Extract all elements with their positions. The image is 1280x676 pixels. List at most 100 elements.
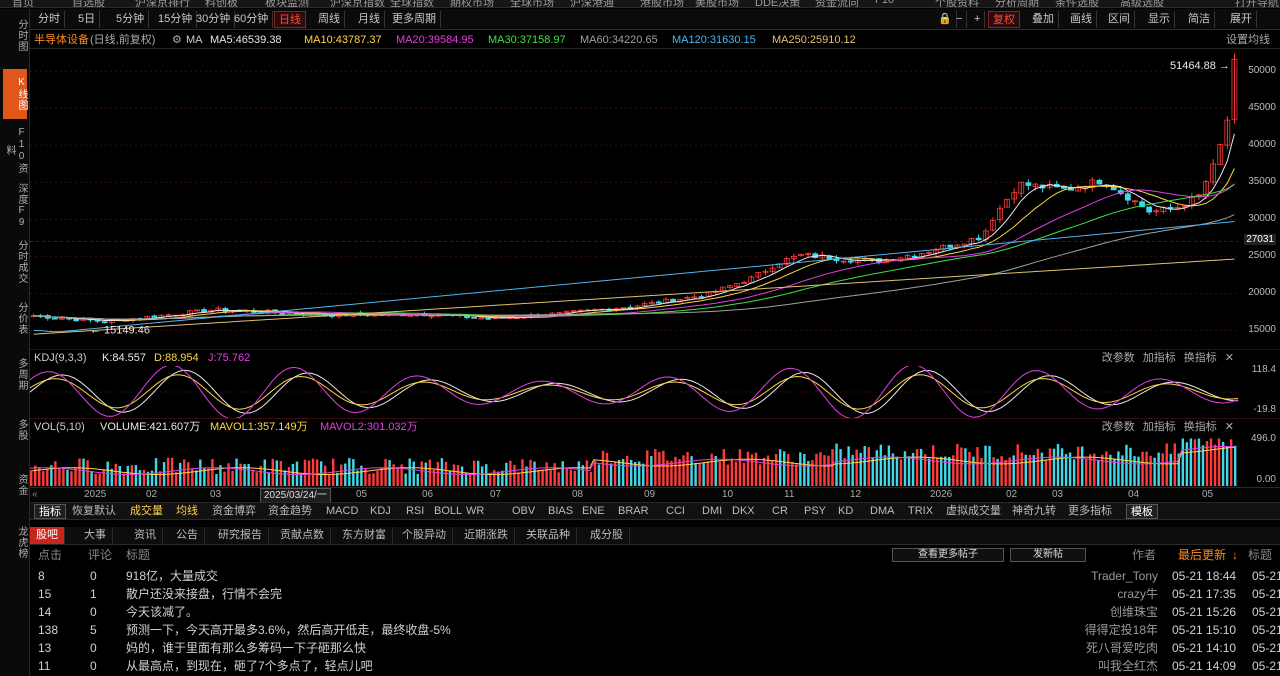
top-menu-item-19[interactable]: 打开导航	[1235, 0, 1279, 7]
top-menu-item-8[interactable]: 全球市场	[510, 0, 554, 7]
post-title[interactable]: 918亿，大量成交	[126, 567, 218, 585]
indicator-tab-23[interactable]: 虚拟成交量	[942, 504, 1005, 519]
candlestick-chart[interactable]: 51464.88 → ← 15149.46	[30, 49, 1280, 349]
post-row[interactable]: 138 5 预测一下，今天高开最多3.6%，然后高开低走，最终收盘-5% 得得定投18…	[30, 621, 1280, 639]
indicator-tab-1[interactable]: 恢复默认	[68, 504, 120, 519]
indicator-tab-9[interactable]: BOLL	[430, 504, 466, 519]
gear-icon[interactable]: ⚙	[172, 31, 182, 49]
toolbar-right-button-0[interactable]: 复权	[988, 11, 1020, 28]
top-menu-item-12[interactable]: DDE决策	[755, 0, 800, 7]
toolbar-right-button-2[interactable]: 画线	[1066, 11, 1097, 28]
period-button-7[interactable]: 周线	[314, 11, 345, 28]
indicator-tab-10[interactable]: WR	[462, 504, 488, 519]
toolbar-right-button-6[interactable]: 展开	[1226, 11, 1257, 28]
post-author[interactable]: 叫我全红杰	[1028, 657, 1158, 675]
news-tab-8[interactable]: 近期涨跌	[458, 527, 515, 544]
news-tab-4[interactable]: 研究报告	[212, 527, 269, 544]
left-nav-item-6[interactable]: 多周期	[3, 349, 27, 399]
indicator-tab-24[interactable]: 神奇九转	[1008, 504, 1060, 519]
kdj-add-button[interactable]: 加指标	[1139, 350, 1180, 366]
indicator-tab-4[interactable]: 资金博弈	[208, 504, 260, 519]
news-tab-0[interactable]: 股吧	[30, 527, 65, 544]
close-icon[interactable]: ✕	[1221, 419, 1238, 435]
indicator-tab-3[interactable]: 均线	[172, 504, 202, 519]
kdj-params-button[interactable]: 改参数	[1098, 350, 1139, 366]
top-menu-item-18[interactable]: 高级选股	[1120, 0, 1164, 7]
toolbar-right-button-5[interactable]: 简洁	[1184, 11, 1215, 28]
period-button-6[interactable]: 日线	[274, 11, 306, 28]
news-tab-10[interactable]: 成分股	[584, 527, 630, 544]
top-menu-item-17[interactable]: 条件选股	[1055, 0, 1099, 7]
post-row[interactable]: 8 0 918亿，大量成交 Trader_Tony 05-21 18:44 05-21 1…	[30, 567, 1280, 585]
vol-add-button[interactable]: 加指标	[1139, 419, 1180, 435]
period-button-3[interactable]: 15分钟	[154, 11, 198, 28]
settings-ma-button[interactable]: 设置均线	[1226, 31, 1270, 49]
indicator-tab-0[interactable]: 指标	[34, 504, 66, 519]
news-tab-1[interactable]: 大事	[78, 527, 113, 544]
toolbar-right-button-4[interactable]: 显示	[1144, 11, 1175, 28]
volume-chart[interactable]	[30, 436, 1240, 486]
post-row[interactable]: 15 1 散户还没来接盘，行情不会完 crazy牛 05-21 17:35 05-21 1…	[30, 585, 1280, 603]
period-button-4[interactable]: 30分钟	[192, 11, 236, 28]
top-menu-item-16[interactable]: 分析周期	[995, 0, 1039, 7]
period-button-1[interactable]: 5日	[74, 11, 101, 28]
period-button-5[interactable]: 60分钟	[230, 11, 274, 28]
left-nav-item-9[interactable]: 龙虎榜	[3, 517, 27, 567]
scroll-left-icon[interactable]: «	[32, 488, 38, 502]
indicator-tab-16[interactable]: DMI	[698, 504, 726, 519]
post-title[interactable]: 从最高点，到现在，砸了7个多点了，轻点儿吧	[126, 657, 373, 675]
indicator-tab-7[interactable]: KDJ	[366, 504, 395, 519]
period-button-0[interactable]: 分时	[34, 11, 65, 28]
col-last-update[interactable]: 最后更新	[1178, 546, 1226, 564]
post-author[interactable]: 创维珠宝	[1028, 603, 1158, 621]
top-menu-item-14[interactable]: F10	[875, 0, 894, 6]
top-menu-item-10[interactable]: 港股市场	[640, 0, 684, 7]
top-menu-item-5[interactable]: 沪深京指数	[330, 0, 385, 7]
post-row[interactable]: 14 0 今天该减了。 创维珠宝 05-21 15:26 05-21 15:26	[30, 603, 1280, 621]
indicator-tab-22[interactable]: TRIX	[904, 504, 937, 519]
top-menu-item-9[interactable]: 沪深港通	[570, 0, 614, 7]
indicator-tab-13[interactable]: ENE	[578, 504, 609, 519]
indicator-tab-17[interactable]: DKX	[728, 504, 759, 519]
post-author[interactable]: 得得定投18年	[1028, 621, 1158, 639]
left-nav-item-7[interactable]: 多股	[3, 405, 27, 455]
left-nav-item-5[interactable]: 分价表	[3, 293, 27, 343]
vol-params-button[interactable]: 改参数	[1098, 419, 1139, 435]
close-icon[interactable]: ✕	[1221, 350, 1238, 366]
toolbar-right-button-3[interactable]: 区间	[1104, 11, 1135, 28]
indicator-tab-2[interactable]: 成交量	[126, 504, 167, 519]
top-menu-item-0[interactable]: 首页	[12, 0, 34, 7]
toolbar-right-button-1[interactable]: 叠加	[1028, 11, 1059, 28]
top-menu-item-13[interactable]: 资金流向	[815, 0, 859, 7]
left-nav-item-1[interactable]: K线图	[3, 69, 27, 119]
view-more-posts-button[interactable]: 查看更多帖子	[892, 548, 1004, 562]
left-nav-item-8[interactable]: 资金	[3, 465, 27, 505]
indicator-tab-18[interactable]: CR	[768, 504, 792, 519]
post-title[interactable]: 今天该减了。	[126, 603, 198, 621]
kdj-switch-button[interactable]: 换指标	[1180, 350, 1221, 366]
post-title[interactable]: 妈的，谁于里面有那么多筹码一下子砸那么快	[126, 639, 366, 657]
kdj-chart[interactable]	[30, 366, 1240, 418]
indicator-tab-26[interactable]: 模板	[1126, 504, 1158, 519]
news-tab-3[interactable]: 公告	[170, 527, 205, 544]
news-tab-9[interactable]: 关联品种	[520, 527, 577, 544]
left-nav-item-4[interactable]: 分时成交	[3, 237, 27, 287]
indicator-tab-15[interactable]: CCI	[662, 504, 689, 519]
top-menu-item-1[interactable]: 自选股	[72, 0, 105, 7]
post-row[interactable]: 11 0 从最高点，到现在，砸了7个多点了，轻点儿吧 叫我全红杰 05-21 14:09…	[30, 657, 1280, 675]
indicator-tab-11[interactable]: OBV	[508, 504, 539, 519]
period-button-9[interactable]: 更多周期	[388, 11, 441, 28]
vol-switch-button[interactable]: 换指标	[1180, 419, 1221, 435]
news-tab-7[interactable]: 个股异动	[396, 527, 453, 544]
post-title[interactable]: 预测一下，今天高开最多3.6%，然后高开低走，最终收盘-5%	[126, 621, 451, 639]
post-author[interactable]: 死八哥爱吃肉	[1028, 639, 1158, 657]
indicator-tab-25[interactable]: 更多指标	[1064, 504, 1116, 519]
indicator-tab-5[interactable]: 资金趋势	[264, 504, 316, 519]
top-menu-item-4[interactable]: 板块监测	[265, 0, 309, 7]
post-author[interactable]: crazy牛	[1028, 585, 1158, 603]
minus-icon[interactable]: −	[952, 11, 968, 28]
plus-icon[interactable]: +	[970, 11, 986, 28]
indicator-tab-8[interactable]: RSI	[402, 504, 428, 519]
news-tab-5[interactable]: 贡献点数	[274, 527, 331, 544]
period-button-2[interactable]: 5分钟	[112, 11, 150, 28]
